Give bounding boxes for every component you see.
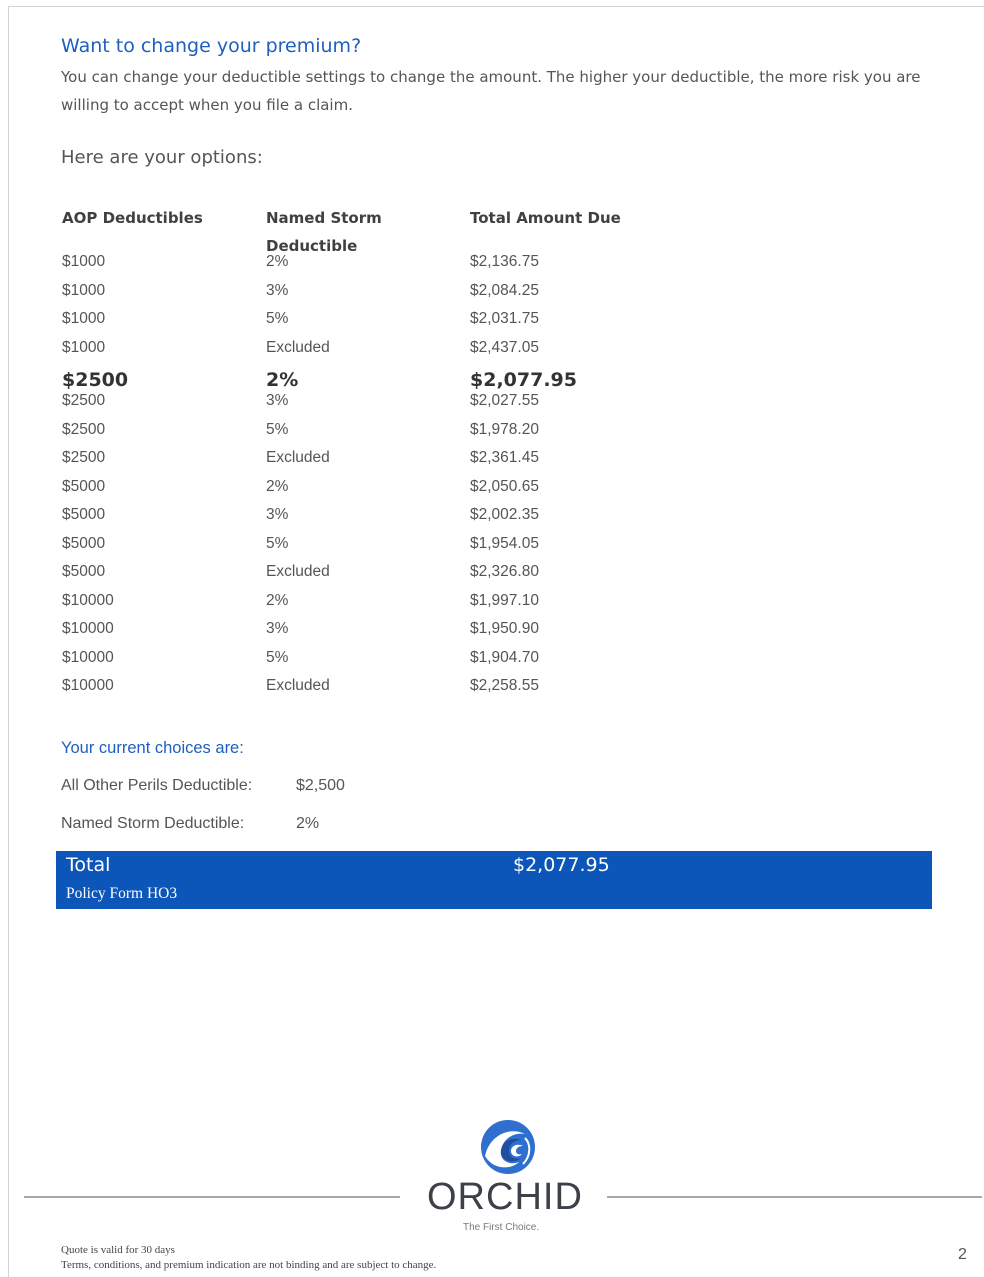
cell-storm: 5% — [266, 534, 289, 552]
cell-storm: Excluded — [266, 677, 330, 694]
terms-note: Terms, conditions, and premium indicatio… — [61, 1259, 437, 1271]
cell-aop: $5000 — [62, 534, 106, 552]
table-row: $1000 Excluded $2,437.05 — [62, 334, 662, 363]
cell-total: $2,258.55 — [470, 677, 539, 694]
table-row: $10000 Excluded $2,258.55 — [62, 672, 662, 701]
current-storm-value: 2% — [296, 815, 320, 832]
total-amount: $2,077.95 — [513, 854, 610, 876]
current-aop-value: $2,500 — [296, 777, 345, 794]
cell-total: $2,326.80 — [470, 563, 539, 580]
cell-total: $2,031.75 — [470, 310, 539, 327]
total-bar: Total $2,077.95 Policy Form HO3 — [56, 851, 932, 909]
table-row: $5000 5% $1,954.05 — [62, 530, 662, 559]
table-row: $5000 Excluded $2,326.80 — [62, 558, 662, 587]
cell-aop: $1000 — [62, 338, 106, 356]
page-number: 2 — [958, 1246, 967, 1263]
cell-aop: $10000 — [62, 677, 114, 694]
cell-aop: $5000 — [62, 506, 106, 523]
cell-storm: 3% — [266, 506, 289, 523]
wave-logo-icon — [481, 1120, 535, 1174]
cell-aop: $5000 — [62, 477, 106, 495]
table-row: $1000 3% $2,084.25 — [62, 277, 662, 306]
cell-aop: $1000 — [62, 281, 106, 299]
cell-storm: 3% — [266, 281, 289, 299]
cell-total: $1,997.10 — [470, 591, 539, 609]
cell-storm: Excluded — [266, 338, 330, 356]
cell-aop: $2500 — [62, 449, 106, 466]
footer-divider-right — [607, 1196, 982, 1198]
orchid-logo: ORCHID The First Choice. — [400, 1118, 607, 1238]
cell-aop: $10000 — [62, 648, 114, 666]
cell-total: $2,437.05 — [470, 338, 539, 356]
cell-total: $2,361.45 — [470, 449, 539, 466]
cell-total: $2,027.55 — [470, 392, 539, 409]
cell-total: $2,050.65 — [470, 477, 539, 495]
cell-total: $1,978.20 — [470, 420, 539, 438]
cell-aop: $1000 — [62, 253, 106, 270]
cell-aop: $5000 — [62, 563, 106, 580]
cell-storm: 2% — [266, 591, 289, 609]
policy-form-label: Policy Form HO3 — [66, 885, 178, 902]
quote-validity-note: Quote is valid for 30 days — [61, 1244, 175, 1256]
current-storm-choice: Named Storm Deductible: 2% — [61, 815, 319, 833]
cell-aop: $2500 — [62, 392, 106, 409]
cell-storm: 3% — [266, 392, 289, 409]
total-label: Total — [66, 854, 111, 876]
cell-storm: 2% — [266, 253, 289, 270]
cell-storm: 5% — [266, 420, 289, 438]
cell-total: $1,904.70 — [470, 648, 539, 666]
table-row: $10000 5% $1,904.70 — [62, 644, 662, 673]
page-heading: Want to change your premium? — [61, 35, 362, 57]
current-choices-title: Your current choices are: — [61, 739, 244, 757]
table-row: $2500 5% $1,978.20 — [62, 416, 662, 445]
column-header-total: Total Amount Due — [470, 209, 621, 227]
table-row: $5000 2% $2,050.65 — [62, 473, 662, 502]
cell-total: $1,950.90 — [470, 620, 539, 637]
column-header-aop: AOP Deductibles — [62, 209, 203, 227]
cell-total: $2,002.35 — [470, 506, 539, 523]
options-table: $1000 2% $2,136.75 $1000 3% $2,084.25 $1000 5% $… — [62, 248, 662, 701]
table-row: $2500 Excluded $2,361.45 — [62, 444, 662, 473]
cell-total: $1,954.05 — [470, 534, 539, 552]
cell-aop: $10000 — [62, 620, 114, 637]
current-storm-label: Named Storm Deductible: — [61, 815, 245, 832]
table-row: $1000 2% $2,136.75 — [62, 248, 662, 277]
cell-total: $2,084.25 — [470, 281, 539, 299]
options-title: Here are your options: — [61, 147, 263, 168]
cell-total: $2,136.75 — [470, 253, 539, 270]
logo-wordmark: ORCHID — [427, 1176, 583, 1218]
cell-storm: 3% — [266, 620, 289, 637]
cell-storm: 5% — [266, 310, 289, 327]
footer-divider-left — [24, 1196, 400, 1198]
current-aop-label: All Other Perils Deductible: — [61, 777, 253, 794]
cell-aop: $2500 — [62, 420, 106, 438]
current-aop-choice: All Other Perils Deductible: $2,500 — [61, 777, 345, 795]
cell-storm: 2% — [266, 477, 289, 495]
cell-storm: Excluded — [266, 563, 330, 580]
intro-paragraph: You can change your deductible settings … — [61, 68, 921, 114]
logo-tagline: The First Choice. — [463, 1222, 540, 1233]
table-row: $1000 5% $2,031.75 — [62, 305, 662, 334]
cell-storm: Excluded — [266, 449, 330, 466]
table-row: $5000 3% $2,002.35 — [62, 501, 662, 530]
table-row: $10000 3% $1,950.90 — [62, 615, 662, 644]
cell-aop: $10000 — [62, 591, 114, 609]
cell-storm: 5% — [266, 648, 289, 666]
footer-disclaimer: Quote is valid for 30 days Terms, condit… — [61, 1243, 436, 1273]
cell-aop: $1000 — [62, 310, 106, 327]
table-row: $10000 2% $1,997.10 — [62, 587, 662, 616]
table-row: $2500 3% $2,027.55 — [62, 387, 662, 416]
